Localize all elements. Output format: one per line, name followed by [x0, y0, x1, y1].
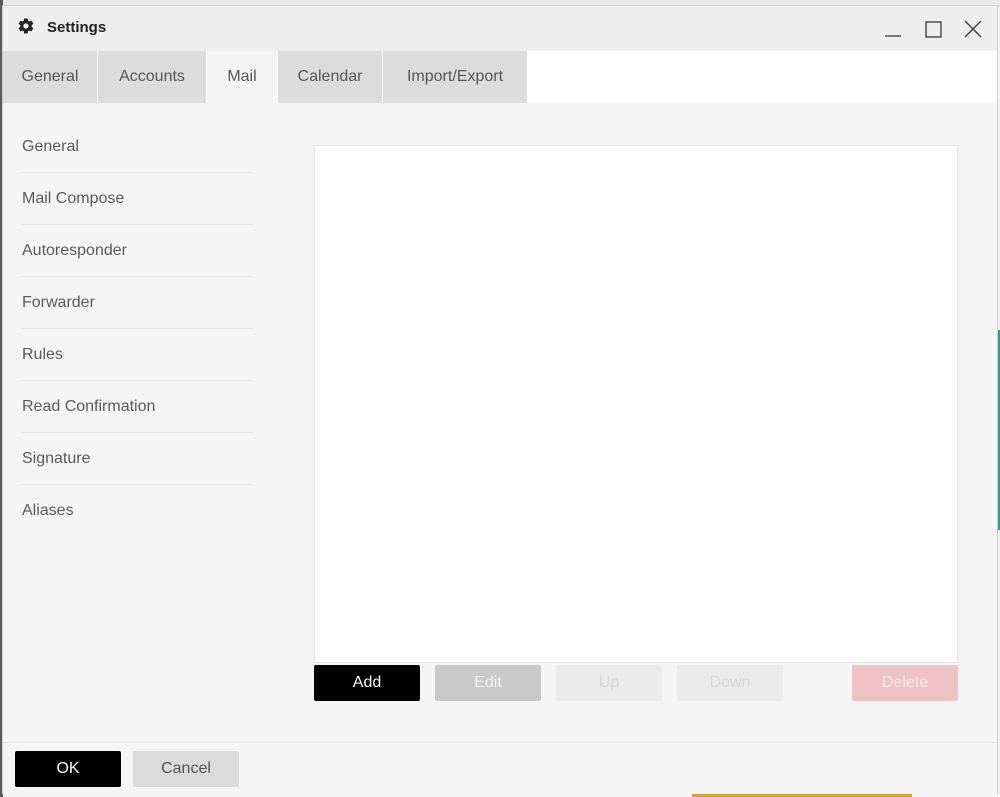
ok-button[interactable]: OK — [15, 751, 121, 787]
mail-settings-sidebar: General Mail Compose Autoresponder Forwa… — [21, 121, 253, 536]
dialog-footer: OK Cancel — [3, 742, 997, 794]
sidebar-item-mail-compose[interactable]: Mail Compose — [21, 173, 253, 225]
cancel-button[interactable]: Cancel — [133, 751, 239, 787]
sidebar-item-general[interactable]: General — [21, 121, 253, 173]
tab-general[interactable]: General — [3, 51, 97, 103]
add-button[interactable]: Add — [314, 665, 420, 701]
tab-accounts[interactable]: Accounts — [98, 51, 206, 103]
title-bar[interactable]: Settings — [3, 6, 997, 51]
rules-list[interactable] — [314, 145, 958, 663]
sidebar-item-aliases[interactable]: Aliases — [21, 485, 253, 536]
maximize-icon — [925, 21, 942, 38]
gear-icon — [17, 17, 35, 35]
move-down-button[interactable]: Down — [677, 665, 783, 701]
sidebar-item-signature[interactable]: Signature — [21, 433, 253, 485]
sidebar-item-forwarder[interactable]: Forwarder — [21, 277, 253, 329]
settings-tabs: General Accounts Mail Calendar Import/Ex… — [3, 51, 997, 103]
maximize-button[interactable] — [918, 14, 948, 44]
sidebar-item-autoresponder[interactable]: Autoresponder — [21, 225, 253, 277]
edit-button[interactable]: Edit — [435, 665, 541, 701]
sidebar-item-rules[interactable]: Rules — [21, 329, 253, 381]
move-up-button[interactable]: Up — [556, 665, 662, 701]
tab-calendar[interactable]: Calendar — [278, 51, 382, 103]
tab-import-export[interactable]: Import/Export — [383, 51, 527, 103]
delete-button[interactable]: Delete — [852, 665, 958, 701]
tab-mail[interactable]: Mail — [207, 51, 277, 103]
settings-dialog: Settings General Accounts Mail Calendar … — [3, 6, 997, 794]
minimize-button[interactable] — [878, 14, 908, 44]
minimize-icon — [885, 35, 901, 37]
window-title: Settings — [47, 19, 107, 36]
sidebar-item-read-confirmation[interactable]: Read Confirmation — [21, 381, 253, 433]
close-button[interactable] — [958, 14, 988, 44]
close-icon — [964, 20, 982, 38]
